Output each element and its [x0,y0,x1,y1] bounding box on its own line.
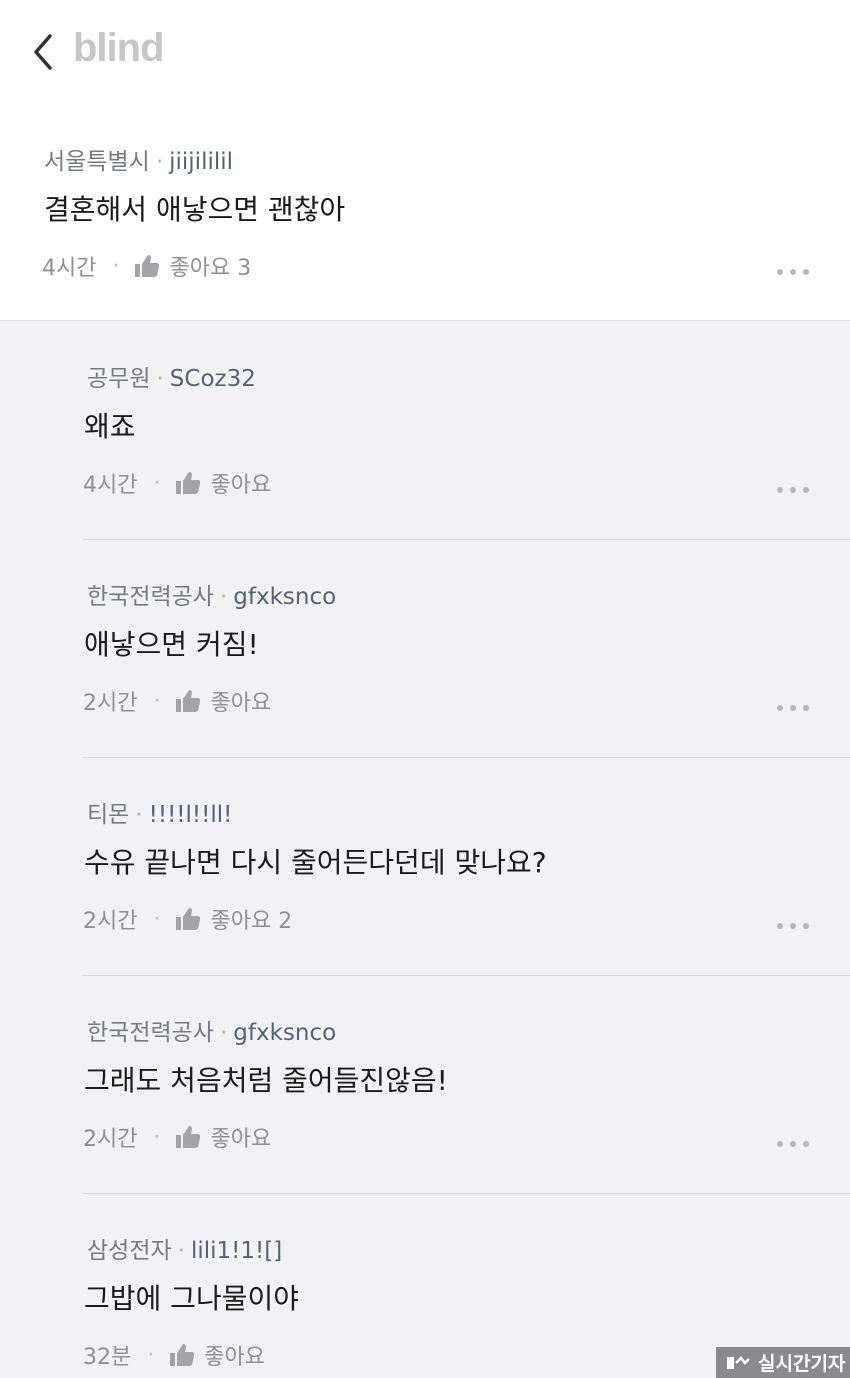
watermark-text: 실시간기자 [758,1353,846,1375]
timestamp: 2시간 [83,691,138,716]
timestamp: 4시간 [42,256,97,281]
separator-dot: · [219,584,228,610]
reply-comment: 한국전력공사 · gfxksnco 애낳으면 커짐! 2시간 · 좋아요 [83,540,850,758]
comment-text: 왜죠 [84,410,136,443]
separator-dot: · [155,149,164,175]
more-options-icon[interactable] [777,919,813,933]
more-options-icon[interactable] [777,1137,813,1151]
separator-dot: · [177,1238,185,1264]
company-name: 한국전력공사 [87,1020,214,1046]
comment-text: 수유 끝나면 다시 줄어든다던데 맞나요? [84,846,547,879]
comment-meta: 삼성전자 · lili1!1![] [87,1231,282,1265]
separator-dot: · [153,906,161,932]
nickname[interactable]: gfxksnco [233,584,336,610]
reply-comment: 공무원 · SCoz32 왜죠 4시간 · 좋아요 [83,321,850,539]
comment-footer: 32분 · 좋아요 [83,1339,265,1371]
blind-logo: blind [73,26,165,70]
separator-dot: · [147,1342,155,1368]
thumbs-up-icon [176,472,201,494]
company-name: 공무원 [87,366,151,392]
company-name: 티몬 [87,802,130,828]
watermark-logo-icon [727,1355,750,1369]
like-button[interactable]: 좋아요 [170,1339,265,1371]
comment-footer: 2시간 · 좋아요 [83,1121,271,1153]
nickname[interactable]: gfxksnco [233,1020,336,1046]
thumbs-up-icon [170,1344,195,1366]
back-chevron-icon[interactable] [28,30,62,74]
reply-comment: 한국전력공사 · gfxksnco 그래도 처음처럼 줄어들진않음! 2시간 · 좋… [83,976,850,1194]
nickname[interactable]: jiijililil [169,149,233,175]
separator-dot: · [112,253,120,279]
like-label: 좋아요 [210,1127,272,1152]
separator-dot: · [153,470,161,496]
thumbs-up-icon [176,690,201,712]
comment-meta: 한국전력공사 · gfxksnco [87,1013,336,1047]
like-button[interactable]: 좋아요 2 [176,903,292,935]
separator-dot: · [153,1124,161,1150]
comment-text: 그래도 처음처럼 줄어들진않음! [84,1064,448,1097]
separator-dot: · [156,366,164,392]
comment-footer: 2시간 · 좋아요 [83,685,271,717]
nickname[interactable]: lili1!1![] [191,1238,282,1264]
separator-dot: · [153,688,161,714]
more-options-icon[interactable] [777,265,813,279]
timestamp: 2시간 [83,1127,138,1152]
comment-meta: 공무원 · SCoz32 [87,359,256,393]
comment-footer: 2시간 · 좋아요 2 [83,903,292,935]
watermark-badge: 실시간기자 [716,1347,850,1378]
comment-footer: 4시간 · 좋아요 3 [42,250,251,282]
app-header: blind [0,0,850,104]
comment-text: 그밥에 그나물이야 [84,1282,299,1315]
separator-dot: · [135,802,143,828]
company-name: 서울특별시 [44,149,150,175]
like-label: 좋아요 [210,691,272,716]
comment-text: 결혼해서 애낳으면 괜찮아 [44,193,346,226]
like-label: 좋아요 [210,473,272,498]
comment-text: 애낳으면 커짐! [84,628,259,661]
timestamp: 2시간 [83,909,138,934]
like-button[interactable]: 좋아요 [176,1121,271,1153]
nickname[interactable]: SCoz32 [170,366,256,392]
thumbs-up-icon [176,908,201,930]
comment-meta: 한국전력공사 · gfxksnco [87,577,336,611]
like-label: 좋아요 [204,1345,265,1370]
main-comment: 서울특별시 · jiijililil 결혼해서 애낳으면 괜찮아 4시간 · 좋아요… [0,104,850,321]
like-label: 좋아요 2 [210,909,293,934]
timestamp: 32분 [83,1345,132,1370]
more-options-icon[interactable] [777,701,813,715]
thumbs-up-icon [176,1126,201,1148]
comment-meta: 서울특별시 · jiijililil [44,142,233,176]
nickname[interactable]: !!!!l!!ll! [149,802,233,828]
separator-dot: · [219,1020,228,1046]
thumbs-up-icon [135,255,160,277]
like-label: 좋아요 3 [169,256,252,281]
comment-footer: 4시간 · 좋아요 [83,467,271,499]
reply-comment: 티몬 · !!!!l!!ll! 수유 끝나면 다시 줄어든다던데 맞나요? 2시간 … [83,758,850,976]
like-button[interactable]: 좋아요 [176,685,271,717]
more-options-icon[interactable] [777,483,813,497]
like-button[interactable]: 좋아요 [176,467,271,499]
timestamp: 4시간 [83,473,138,498]
company-name: 한국전력공사 [87,584,214,610]
like-button[interactable]: 좋아요 3 [135,250,251,282]
comment-meta: 티몬 · !!!!l!!ll! [87,795,232,829]
company-name: 삼성전자 [87,1238,172,1264]
